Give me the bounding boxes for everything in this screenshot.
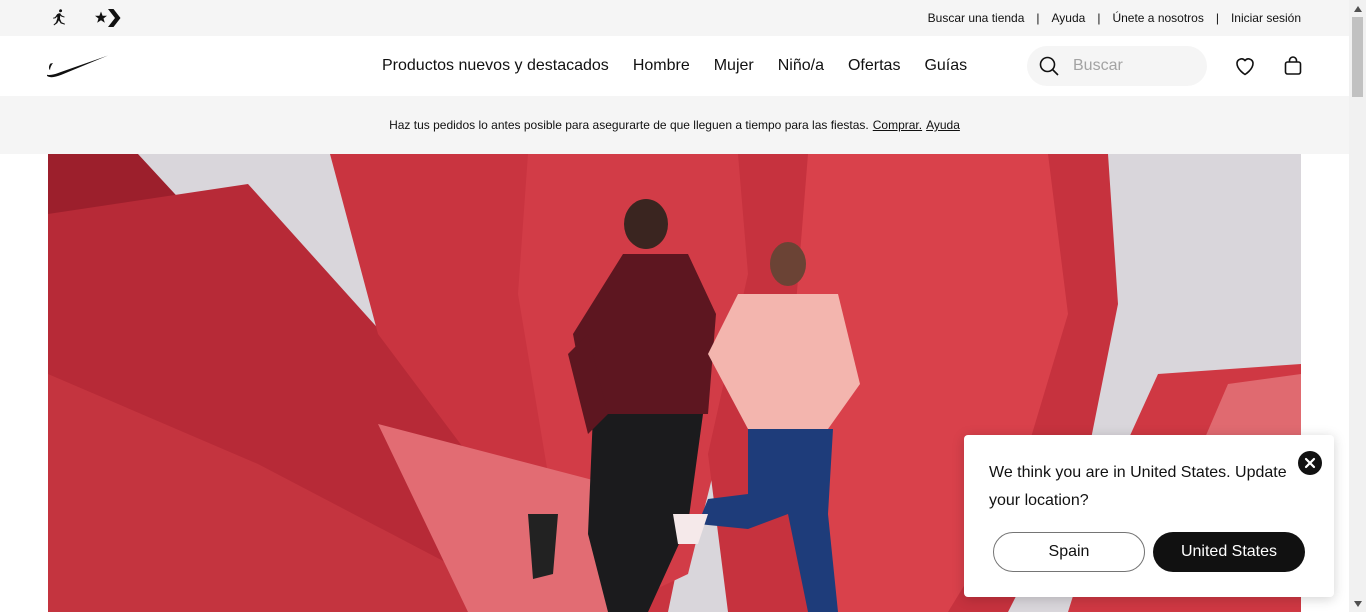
location-popup: We think you are in United States. Updat… <box>964 435 1334 597</box>
search-box[interactable] <box>1027 46 1207 86</box>
choose-spain-button[interactable]: Spain <box>993 532 1145 572</box>
utility-bar: Buscar una tienda | Ayuda | Únete a noso… <box>0 0 1349 36</box>
location-message: We think you are in United States. Updat… <box>989 464 1287 509</box>
separator: | <box>1036 11 1040 25</box>
utility-links: Buscar una tienda | Ayuda | Únete a noso… <box>928 0 1301 36</box>
nav-item-kids[interactable]: Niño/a <box>778 57 824 75</box>
nike-swoosh-icon[interactable] <box>45 54 109 78</box>
bag-icon <box>1284 56 1302 75</box>
separator: | <box>1097 11 1101 25</box>
nav-item-sale[interactable]: Ofertas <box>848 57 900 75</box>
help-link[interactable]: Ayuda <box>1052 11 1086 25</box>
choose-united-states-button[interactable]: United States <box>1153 532 1305 572</box>
bag-button[interactable] <box>1279 52 1307 80</box>
nav-item-women[interactable]: Mujer <box>714 57 754 75</box>
main-nav: Productos nuevos y destacados Hombre Muj… <box>382 36 967 96</box>
find-store-link[interactable]: Buscar una tienda <box>928 11 1025 25</box>
nav-item-men[interactable]: Hombre <box>633 57 690 75</box>
main-header: Productos nuevos y destacados Hombre Muj… <box>0 36 1349 96</box>
heart-icon <box>1236 58 1254 76</box>
promo-help-link[interactable]: Ayuda <box>926 118 960 132</box>
scrollbar-thumb[interactable] <box>1352 17 1363 97</box>
search-icon[interactable] <box>1037 54 1061 78</box>
favorites-button[interactable] <box>1231 52 1259 80</box>
join-us-link[interactable]: Únete a nosotros <box>1112 11 1203 25</box>
jordan-jumpman-icon[interactable] <box>48 7 70 29</box>
separator: | <box>1215 11 1219 25</box>
nav-item-new-featured[interactable]: Productos nuevos y destacados <box>382 57 609 75</box>
search-input[interactable] <box>1073 54 1193 78</box>
scroll-down-arrow-icon[interactable] <box>1349 595 1366 612</box>
promo-banner: Haz tus pedidos lo antes posible para as… <box>0 96 1349 154</box>
converse-star-chevron-icon[interactable] <box>95 7 121 29</box>
scroll-up-arrow-icon[interactable] <box>1349 0 1366 17</box>
page-scrollbar[interactable] <box>1349 0 1366 612</box>
sign-in-link[interactable]: Iniciar sesión <box>1231 11 1301 25</box>
nav-item-guides[interactable]: Guías <box>924 57 967 75</box>
promo-shop-link[interactable]: Comprar. <box>873 118 922 132</box>
promo-text: Haz tus pedidos lo antes posible para as… <box>389 118 869 132</box>
close-icon[interactable] <box>1298 451 1322 475</box>
